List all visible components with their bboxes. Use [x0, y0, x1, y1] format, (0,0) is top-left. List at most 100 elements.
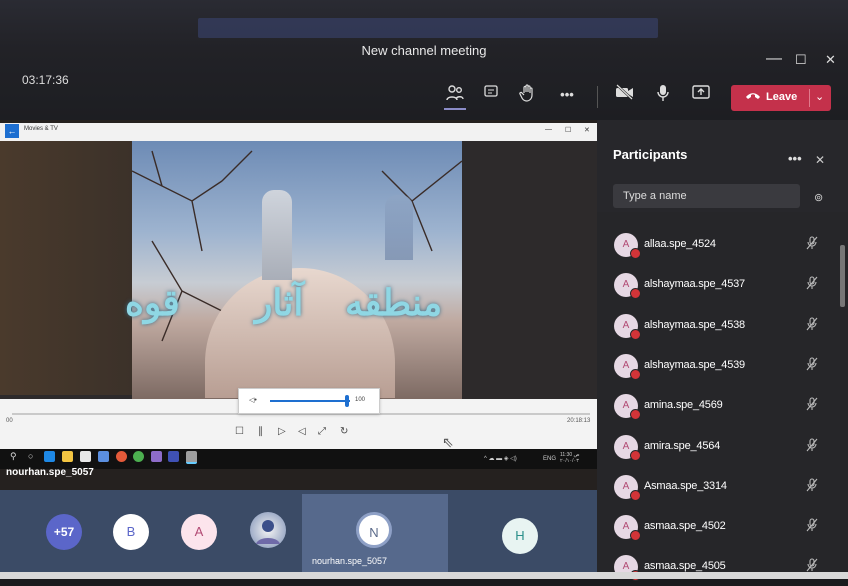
chevron-down-icon[interactable]: ⌄: [815, 90, 824, 103]
people-icon[interactable]: [444, 84, 466, 106]
app-icon-2: [151, 451, 162, 462]
presenter-name: nourhan.spe_5057: [6, 467, 94, 478]
app-icon-1: [116, 451, 127, 462]
avatar-h[interactable]: H: [502, 518, 538, 554]
participant-row[interactable]: Aasmaa.spe_4505: [597, 546, 837, 586]
participant-row[interactable]: Aalshaymaa.spe_4537: [597, 264, 837, 304]
participant-name: allaa.spe_4524: [644, 238, 716, 250]
subtitles-icon: ☐: [235, 426, 244, 437]
more-participants-button[interactable]: +57: [46, 514, 82, 550]
share-icon[interactable]: [690, 84, 712, 106]
avatar-a[interactable]: A: [181, 514, 217, 550]
video-caption-1: منطقه: [345, 282, 443, 324]
play-icon: ▷: [278, 426, 286, 437]
avatar-initial: A: [622, 400, 630, 412]
status-dot: [630, 248, 641, 259]
mic-muted-icon[interactable]: [806, 276, 818, 293]
mic-muted-icon[interactable]: [806, 478, 818, 495]
avatar-photo[interactable]: [250, 512, 286, 548]
status-dot: [630, 530, 641, 542]
participant-name: alshaymaa.spe_4539: [644, 358, 745, 371]
toolbar-divider: [597, 86, 598, 108]
system-tray-icons: ^ ☁ ▬ ◈ ◁): [484, 456, 517, 462]
mic-muted-icon[interactable]: [806, 437, 818, 455]
participant-row[interactable]: Aalshaymaa.spe_4539: [597, 345, 837, 385]
share-invite-icon[interactable]: ⊚: [814, 191, 823, 204]
video-caption-2: آثار: [255, 282, 304, 324]
window-title: New channel meeting: [361, 43, 487, 58]
avatar-initial: A: [622, 561, 630, 573]
movies-app-titlebar: [0, 123, 597, 141]
back-icon: ←: [5, 124, 19, 138]
mic-muted-icon[interactable]: [806, 236, 818, 253]
minimize-button[interactable]: —: [766, 50, 782, 68]
store-icon: [80, 451, 91, 462]
movies-maximize-icon: ☐: [565, 127, 572, 134]
status-dot: [630, 328, 641, 340]
mic-muted-icon[interactable]: [806, 317, 818, 334]
chat-icon[interactable]: [480, 84, 502, 106]
panel-close-button[interactable]: ✕: [815, 153, 825, 167]
participant-name: amina.spe_4569: [644, 399, 723, 412]
scrollbar[interactable]: [840, 245, 845, 307]
leave-label: Leave: [766, 91, 798, 103]
explorer-icon: [62, 451, 73, 462]
participant-row[interactable]: Aalshaymaa.spe_4538: [597, 305, 837, 345]
mail-icon: [98, 451, 109, 462]
avatar-initial: A: [622, 440, 630, 452]
participant-row[interactable]: Aasmaa.spe_4502: [597, 506, 837, 546]
participant-avatar: A: [614, 474, 641, 501]
avatar-initial: A: [622, 319, 630, 331]
chrome-icon: [133, 451, 144, 462]
panel-more-button[interactable]: •••: [788, 151, 802, 166]
volume-value: 100: [355, 397, 366, 403]
edge-icon: [44, 451, 55, 462]
elapsed-time: 00: [6, 418, 13, 424]
minaret: [262, 190, 292, 280]
repeat-icon: ↻: [340, 426, 349, 437]
participant-row[interactable]: Aallaa.spe_4524: [597, 224, 837, 264]
participant-name: amira.spe_4564: [644, 439, 721, 452]
phone-icon: [745, 90, 761, 104]
mic-muted-icon[interactable]: [806, 518, 818, 535]
task-view-icon: ○: [28, 451, 34, 461]
status-dot: [630, 489, 641, 501]
avatar-initial: A: [622, 359, 630, 371]
background-reflection: [198, 18, 658, 38]
participant-name: asmaa.spe_4505: [644, 560, 726, 573]
participants-title: Participants: [613, 147, 688, 162]
participant-row[interactable]: Aamira.spe_4564: [597, 426, 837, 466]
status-dot: [630, 409, 641, 421]
avatar-b[interactable]: B: [113, 514, 149, 550]
participant-row[interactable]: A Asmaa.spe_3314: [597, 466, 837, 506]
avatar-initial: A: [622, 279, 630, 291]
more-options-button[interactable]: •••: [556, 84, 578, 106]
volume-icon: ◁•: [249, 397, 257, 404]
avatar-initial: A: [622, 480, 630, 492]
avatar-n[interactable]: N: [356, 512, 392, 548]
avatar-initial: A: [622, 239, 630, 250]
mic-muted-icon[interactable]: [806, 357, 818, 374]
participant-avatar: A: [614, 515, 641, 542]
hand-icon[interactable]: [516, 84, 538, 106]
participant-avatar: A: [614, 233, 641, 259]
participant-row[interactable]: Aamina.spe_4569: [597, 385, 837, 425]
mic-icon[interactable]: [652, 84, 674, 106]
fullscreen-icon: ⤢: [318, 426, 326, 437]
mic-muted-icon[interactable]: [806, 397, 818, 414]
active-speaker-name: nourhan.spe_5057: [312, 556, 388, 566]
close-button[interactable]: ✕: [825, 52, 836, 68]
participant-search-input[interactable]: [613, 184, 800, 208]
pause-icon: ∥: [258, 426, 263, 437]
participant-avatar: A: [614, 313, 641, 340]
participant-avatar: A: [614, 394, 641, 421]
participant-avatar: A: [614, 273, 641, 300]
participant-name: Asmaa.spe_3314: [644, 479, 727, 492]
camera-off-icon[interactable]: [614, 84, 636, 106]
maximize-button[interactable]: ☐: [795, 52, 807, 68]
volume-thumb: [345, 395, 349, 407]
participant-avatar: A: [614, 434, 641, 461]
status-dot: [630, 368, 641, 380]
search-icon: ⚲: [10, 451, 17, 461]
leave-button[interactable]: Leave ⌄: [731, 85, 831, 111]
